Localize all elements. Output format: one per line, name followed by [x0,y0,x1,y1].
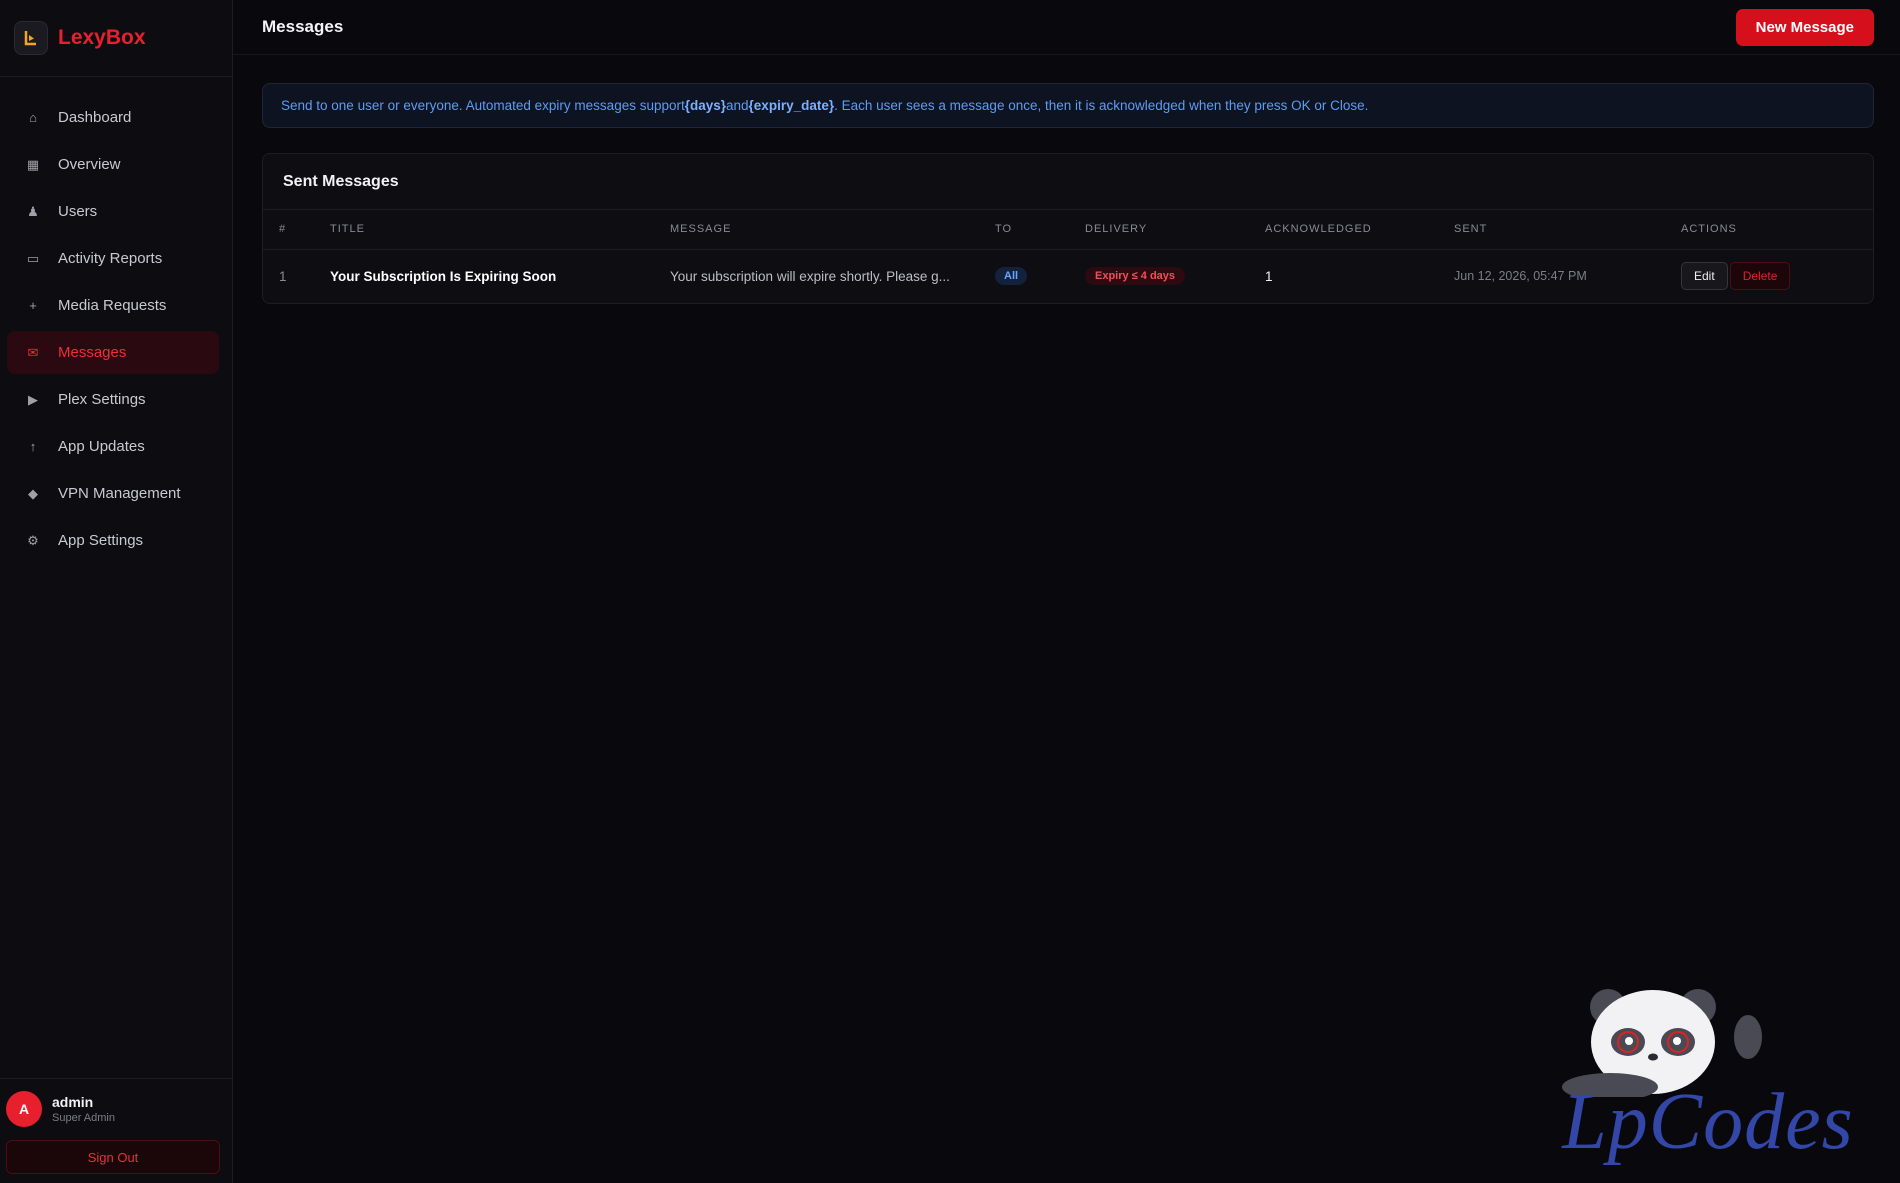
sidebar-item-label: Activity Reports [58,250,163,267]
delete-button[interactable]: Delete [1729,262,1791,291]
column-header-message: MESSAGE [670,210,995,250]
user-icon: ♟ [27,203,39,219]
sidebar: LexyBox ⌂ Dashboard ▦ Overview ♟ Users ▭ Activi… [0,0,233,1183]
cell-title: Your Subscription Is Expiring Soon [330,268,557,284]
sent-messages-title: Sent Messages [263,154,1873,210]
sidebar-footer: A admin Super Admin Sign Out [0,1078,232,1183]
sidebar-item-overview[interactable]: ▦ Overview [7,143,219,186]
sidebar-item-media-requests[interactable]: + Media Requests [7,284,219,327]
sidebar-nav: ⌂ Dashboard ▦ Overview ♟ Users ▭ Activity Repor… [0,77,232,562]
edit-button[interactable]: Edit [1681,262,1728,291]
sidebar-item-dashboard[interactable]: ⌂ Dashboard [7,96,219,139]
sidebar-item-vpn-management[interactable]: ◆ VPN Management [7,472,219,515]
gear-icon: ⚙ [27,532,39,548]
sidebar-item-users[interactable]: ♟ Users [7,190,219,233]
arrow-up-icon: ↑ [29,439,37,454]
new-message-button[interactable]: New Message [1735,8,1874,46]
app-root: LexyBox ⌂ Dashboard ▦ Overview ♟ Users ▭ Activi… [0,0,1900,1183]
sidebar-item-label: App Settings [58,532,144,549]
top-bar: Messages New Message [233,0,1900,55]
cell-num: 1 [279,268,287,284]
diamond-icon: ◆ [28,485,38,501]
cell-acknowledged: 1 [1265,268,1273,284]
cell-delivery: Expiry ≤ 4 days [1085,249,1265,303]
sidebar-item-label: Users [58,203,98,220]
page-title: Messages [262,17,344,36]
table-header-row: # TITLE MESSAGE TO DELIVERY ACKNOWLEDGED… [263,210,1873,250]
sidebar-item-label: Dashboard [58,109,132,126]
brand-name: LexyBox [58,26,146,49]
sent-messages-card: Sent Messages # TITLE MESSAGE TO DELIVER… [262,153,1874,304]
to-badge: All [995,267,1028,286]
avatar[interactable]: A [6,1091,42,1127]
play-icon: ▶ [28,391,38,407]
cell-sent: Jun 12, 2026, 05:47 PM [1454,269,1587,284]
sidebar-item-label: Media Requests [58,297,167,314]
sidebar-item-label: Overview [58,156,121,173]
sent-messages-table: # TITLE MESSAGE TO DELIVERY ACKNOWLEDGED… [263,210,1873,303]
user-role: Super Admin [52,1112,115,1124]
column-header-to: TO [995,210,1085,250]
user-profile: A admin Super Admin [6,1091,219,1127]
cell-to: All [995,249,1085,303]
user-meta: admin Super Admin [52,1094,115,1124]
column-header-title: TITLE [330,210,670,250]
grid-icon: ▦ [26,156,40,172]
column-header-delivery: DELIVERY [1085,210,1265,250]
brand-logo-icon [14,21,48,55]
brand[interactable]: LexyBox [0,0,232,77]
monitor-icon: ▭ [26,250,40,266]
watermark-text: LpCodes [1562,1078,1854,1166]
info-banner-text-2: and [726,98,749,113]
cell-actions: Edit Delete [1681,249,1873,303]
sidebar-item-messages[interactable]: ✉ Messages [7,331,219,374]
plus-icon: + [29,298,37,313]
info-banner-token-expiry: {expiry_date} [748,98,835,113]
user-name: admin [52,1094,94,1110]
sidebar-item-activity-reports[interactable]: ▭ Activity Reports [7,237,219,280]
info-banner-text-3: . Each user sees a message once, then it… [834,98,1369,113]
sign-out-button[interactable]: Sign Out [6,1140,220,1174]
sidebar-item-label: Messages [58,344,127,361]
sidebar-item-app-settings[interactable]: ⚙ App Settings [7,519,219,562]
sidebar-item-app-updates[interactable]: ↑ App Updates [7,425,219,468]
info-banner: Send to one user or everyone. Automated … [262,83,1874,128]
home-icon: ⌂ [29,110,37,125]
delivery-badge: Expiry ≤ 4 days [1085,267,1186,286]
column-header-acknowledged: ACKNOWLEDGED [1265,210,1454,250]
sidebar-item-label: App Updates [58,438,145,455]
column-header-sent: SENT [1454,210,1681,250]
info-banner-token-days: {days} [684,98,727,113]
content-area: Send to one user or everyone. Automated … [233,55,1900,304]
mail-icon: ✉ [27,344,39,360]
sidebar-item-label: VPN Management [58,485,181,502]
info-banner-text-1: Send to one user or everyone. Automated … [281,98,685,113]
sidebar-item-plex-settings[interactable]: ▶ Plex Settings [7,378,219,421]
main-content: Messages New Message Send to one user or… [233,0,1900,1183]
sidebar-item-label: Plex Settings [58,391,146,408]
column-header-actions: ACTIONS [1681,210,1873,250]
watermark: LpCodes [1538,977,1878,1177]
column-header-num: # [263,210,330,250]
table-row: 1 Your Subscription Is Expiring Soon You… [263,249,1873,303]
cell-message: Your subscription will expire shortly. P… [670,268,950,284]
